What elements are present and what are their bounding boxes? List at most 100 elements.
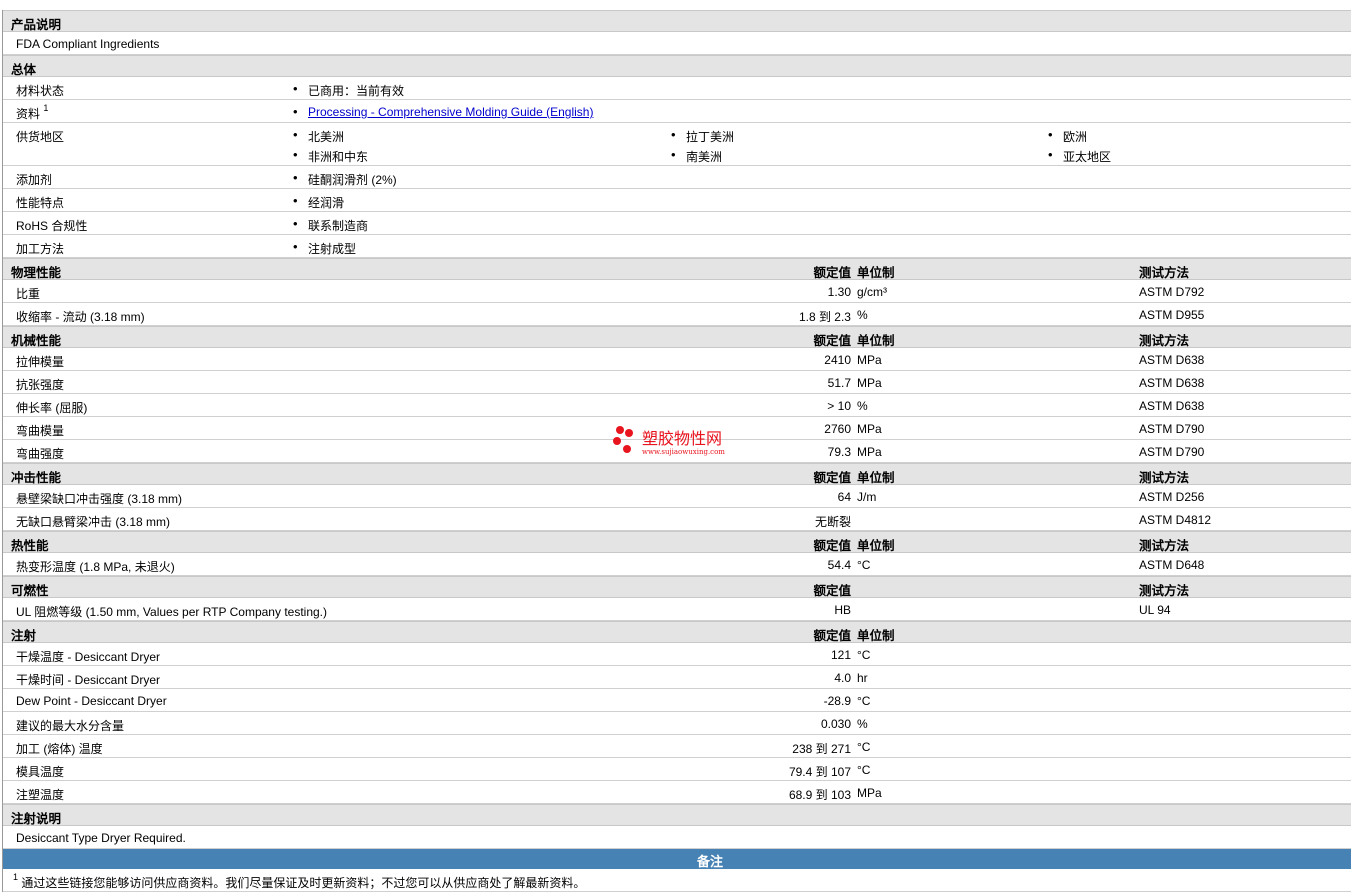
property-unit: °C [857,694,871,708]
list-item: 北美洲 [293,127,344,145]
property-row: 收缩率 - 流动 (3.18 mm) 1.8 到 2.3 % ASTM D955 [3,303,1351,326]
label-text: 资料 [16,107,41,121]
general-label: 加工方法 [16,240,64,257]
general-row: 加工方法 注射成型 [3,235,1351,258]
footnote-text: 通过这些链接您能够访问供应商资料。我们尽量保证及时更新资料；不过您可以从供应商处… [21,876,586,890]
property-value: 79.4 到 107 [788,765,851,779]
property-unit: MPa [857,786,882,800]
watermark-logo: 塑胶物性网 www.sujiaowuxing.com [613,426,725,456]
property-row: 干燥温度 - Desiccant Dryer 121 °C [3,643,1351,666]
general-row: 材料状态 已商用：当前有效 [3,77,1351,100]
col-test-header: 测试方法 [1139,266,1190,280]
property-row: 注塑温度 68.9 到 103 MPa [3,781,1351,804]
property-row: 模具温度 79.4 到 107 °C [3,758,1351,781]
property-label: 干燥时间 - Desiccant Dryer [16,673,161,687]
general-label: 添加剂 [16,171,52,188]
general-row: 供货地区 北美洲 拉丁美洲 欧洲非洲和中东 南美洲 亚太地区 [3,123,1351,166]
property-value: 2410 [824,353,851,367]
property-value: 0.030 [820,717,851,731]
processing-guide-link[interactable]: Processing - Comprehensive Molding Guide… [308,105,593,119]
general-label: 性能特点 [16,194,64,211]
general-label: 供货地区 [16,128,64,145]
list-item: 南美洲 [671,147,722,165]
property-value: -28.9 [823,694,851,708]
general-row: 资料 1 Processing - Comprehensive Molding G… [3,100,1351,123]
section-title: 物理性能 [11,266,62,280]
property-row: 无缺口悬臂梁冲击 (3.18 mm) 无断裂 ASTM D4812 [3,508,1351,531]
property-row: UL 阻燃等级 (1.50 mm, Values per RTP Company… [3,598,1351,621]
label-text: RoHS 合规性 [16,219,88,233]
list-item: 联系制造商 [293,216,368,234]
property-value: 79.3 [827,445,851,459]
property-row: 拉伸模量 2410 MPa ASTM D638 [3,348,1351,371]
property-label: 注塑温度 [16,788,65,802]
general-header: 总体 [3,55,1351,77]
section-header: 热性能 额定值 单位制 测试方法 [3,531,1351,553]
col-value-header: 额定值 [813,471,851,485]
property-value: 54.4 [827,558,851,572]
property-value: 4.0 [834,671,851,685]
property-label: 模具温度 [16,765,65,779]
remarks-text: 1 通过这些链接您能够访问供应商资料。我们尽量保证及时更新资料；不过您可以从供应… [13,872,586,891]
test-method: ASTM D638 [1139,399,1205,413]
general-label: RoHS 合规性 [16,217,87,234]
property-label: UL 阻燃等级 (1.50 mm, Values per RTP Company… [16,605,327,619]
property-row: 比重 1.30 g/cm³ ASTM D792 [3,280,1351,303]
injection-notes-text: Desiccant Type Dryer Required. [16,831,186,845]
injection-notes-header: 注射说明 [3,804,1351,826]
section-title: 机械性能 [11,334,62,348]
label-text: 性能特点 [16,196,65,210]
general-row: 添加剂 硅酮润滑剂 (2%) [3,166,1351,189]
injection-notes-row: Desiccant Type Dryer Required. [3,826,1351,849]
property-row: 干燥时间 - Desiccant Dryer 4.0 hr [3,666,1351,689]
test-method: ASTM D792 [1139,285,1205,299]
col-value-header: 额定值 [813,266,851,280]
section-header: 物理性能 额定值 单位制 测试方法 [3,258,1351,280]
property-label: Dew Point - Desiccant Dryer [16,694,167,708]
property-label: 热变形温度 (1.8 MPa, 未退火) [16,560,175,574]
property-unit: % [857,308,868,322]
property-row: 热变形温度 (1.8 MPa, 未退火) 54.4 °C ASTM D648 [3,553,1351,576]
property-unit: °C [857,558,871,572]
section-title: 热性能 [11,539,49,553]
list-item: 注射成型 [293,239,356,257]
section-title: 注射 [11,629,37,643]
col-value-header: 额定值 [813,584,851,598]
property-unit: hr [857,671,868,685]
property-value: 1.30 [827,285,851,299]
property-label: 弯曲模量 [16,424,65,438]
property-value: 64 [837,490,851,504]
property-value: 238 到 271 [792,742,851,756]
label-text: 材料状态 [16,84,65,98]
property-label: 收缩率 - 流动 (3.18 mm) [16,310,145,324]
remarks-title: 备注 [697,854,724,869]
col-test-header: 测试方法 [1139,539,1190,553]
property-label: 建议的最大水分含量 [16,719,125,733]
section-title: 冲击性能 [11,471,62,485]
list-item: 已商用：当前有效 [293,81,404,99]
property-unit: MPa [857,422,882,436]
general-label: 资料 1 [16,103,48,122]
test-method: ASTM D256 [1139,490,1205,504]
list-item: 硅酮润滑剂 (2%) [293,170,397,188]
section-header: 机械性能 额定值 单位制 测试方法 [3,326,1351,348]
property-row: 抗张强度 51.7 MPa ASTM D638 [3,371,1351,394]
watermark-url: www.sujiaowuxing.com [642,448,725,456]
property-unit: J/m [857,490,877,504]
description-header: 产品说明 [3,10,1351,32]
property-value: HB [834,603,851,617]
property-unit: g/cm³ [857,285,887,299]
property-label: 比重 [16,287,41,301]
test-method: ASTM D638 [1139,376,1205,390]
property-unit: MPa [857,353,882,367]
property-value: 无断裂 [814,515,851,529]
list-item: 欧洲 [1048,127,1087,145]
property-unit: MPa [857,376,882,390]
test-method: ASTM D4812 [1139,513,1212,527]
property-row: 建议的最大水分含量 0.030 % [3,712,1351,735]
property-row: Dew Point - Desiccant Dryer -28.9 °C [3,689,1351,712]
label-text: 添加剂 [16,173,53,187]
property-label: 无缺口悬臂梁冲击 (3.18 mm) [16,515,171,529]
property-unit: °C [857,763,871,777]
property-label: 伸长率 (屈服) [16,401,88,415]
